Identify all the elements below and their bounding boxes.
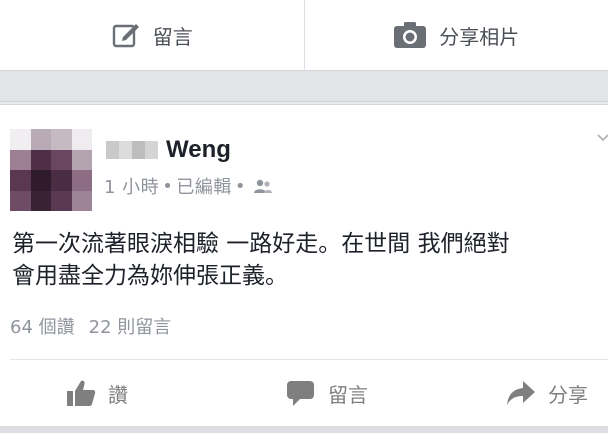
meta-separator: • xyxy=(162,175,174,197)
feed-bottom-separator xyxy=(0,426,608,433)
avatar[interactable] xyxy=(10,129,92,211)
chevron-down-icon[interactable] xyxy=(596,129,608,150)
share-photo-button[interactable]: 分享相片 xyxy=(305,0,608,70)
like-label: 讚 xyxy=(108,382,128,407)
share-arrow-icon xyxy=(506,380,536,406)
post-status-label: 留言 xyxy=(152,24,193,49)
share-photo-label: 分享相片 xyxy=(439,24,520,49)
facebook-feed: 留言 分享相片 Weng 1 小時 • 已編輯 • 第一次流著眼淚相驗 一路好走… xyxy=(0,0,608,433)
share-button[interactable]: 分享 xyxy=(414,361,608,425)
reaction-counts: 64 個讚 22 則留言 xyxy=(10,313,171,339)
composer-bar: 留言 分享相片 xyxy=(0,0,608,71)
edited-label[interactable]: 已編輯 xyxy=(176,173,232,199)
friends-icon[interactable] xyxy=(253,178,273,194)
comment-bubble-icon xyxy=(286,379,316,407)
meta-separator: • xyxy=(234,175,246,197)
edit-icon xyxy=(111,20,141,50)
camera-icon xyxy=(393,21,427,49)
comment-label: 留言 xyxy=(328,382,368,407)
like-button[interactable]: 讚 xyxy=(0,361,240,425)
action-bar: 讚 留言 分享 xyxy=(0,361,608,425)
post-body: 第一次流著眼淚相驗 一路好走。在世間 我們絕對 會用盡全力為妳伸張正義。 xyxy=(12,228,608,292)
comment-button[interactable]: 留言 xyxy=(240,361,414,425)
post-body-line: 會用盡全力為妳伸張正義。 xyxy=(12,263,288,289)
feed-separator xyxy=(0,71,608,102)
post-time[interactable]: 1 小時 xyxy=(104,173,159,199)
likes-count[interactable]: 64 個讚 xyxy=(10,313,75,339)
author-name-redacted xyxy=(106,141,158,159)
thumbs-up-icon xyxy=(66,379,96,407)
post-card: Weng 1 小時 • 已編輯 • 第一次流著眼淚相驗 一路好走。在世間 我們絕… xyxy=(0,104,608,427)
action-divider xyxy=(10,359,608,360)
share-label: 分享 xyxy=(548,382,588,407)
post-body-line: 第一次流著眼淚相驗 一路好走。在世間 我們絕對 xyxy=(12,231,510,257)
post-meta: 1 小時 • 已編輯 • xyxy=(104,173,273,199)
comments-count[interactable]: 22 則留言 xyxy=(89,313,172,339)
author-name[interactable]: Weng xyxy=(166,136,231,164)
post-status-button[interactable]: 留言 xyxy=(0,0,304,70)
author-line: Weng xyxy=(106,135,231,165)
